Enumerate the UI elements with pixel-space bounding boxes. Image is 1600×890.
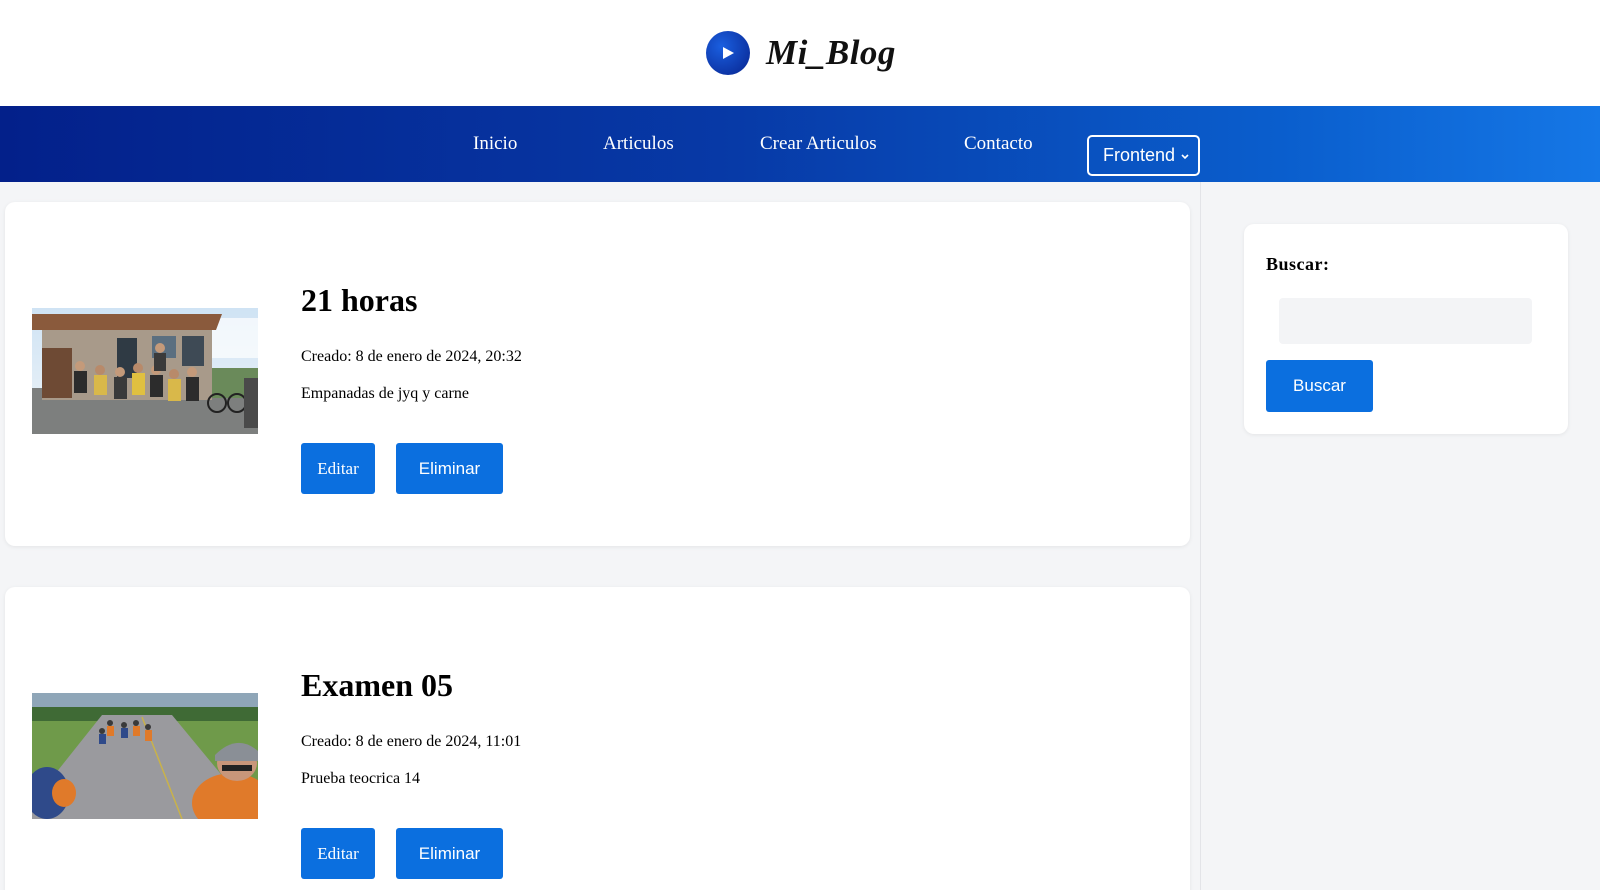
dropdown-value: Frontend (1103, 145, 1176, 165)
edit-button[interactable]: Editar (301, 828, 375, 879)
nav-link-inicio[interactable]: Inicio (473, 133, 517, 155)
sidebar-divider (1200, 182, 1201, 890)
post-card: 21 horas Creado: 8 de enero de 2024, 20:… (5, 202, 1190, 546)
site-header: Mi_Blog (0, 0, 1600, 106)
post-card: Examen 05 Creado: 8 de enero de 2024, 11… (5, 587, 1190, 890)
logo-text: Mi_Blog (766, 33, 896, 72)
site-logo[interactable]: Mi_Blog (706, 31, 896, 75)
edit-button[interactable]: Editar (301, 443, 375, 494)
delete-button[interactable]: Eliminar (396, 443, 503, 494)
nav-link-articulos[interactable]: Articulos (603, 133, 674, 155)
delete-button[interactable]: Eliminar (396, 828, 503, 879)
nav-link-crear-articulos[interactable]: Crear Articulos (760, 133, 877, 155)
post-description: Empanadas de jyq y carne (301, 385, 469, 402)
post-date: Creado: 8 de enero de 2024, 11:01 (301, 733, 522, 750)
main-nav: Inicio Articulos Crear Articulos Contact… (0, 106, 1600, 182)
play-icon (706, 31, 750, 75)
frontend-dropdown[interactable]: Frontend (1087, 135, 1200, 176)
nav-link-contacto[interactable]: Contacto (964, 133, 1033, 155)
post-date: Creado: 8 de enero de 2024, 20:32 (301, 348, 522, 365)
post-title: Examen 05 (301, 667, 453, 703)
post-image[interactable] (32, 308, 258, 434)
chevron-down-icon (1180, 145, 1190, 166)
post-title: 21 horas (301, 282, 418, 318)
post-image[interactable] (32, 693, 258, 819)
post-description: Prueba teocrica 14 (301, 770, 421, 787)
search-label: Buscar: (1266, 254, 1330, 274)
search-widget: Buscar: Buscar (1244, 224, 1568, 434)
search-button[interactable]: Buscar (1266, 360, 1373, 412)
search-input[interactable] (1279, 298, 1532, 344)
